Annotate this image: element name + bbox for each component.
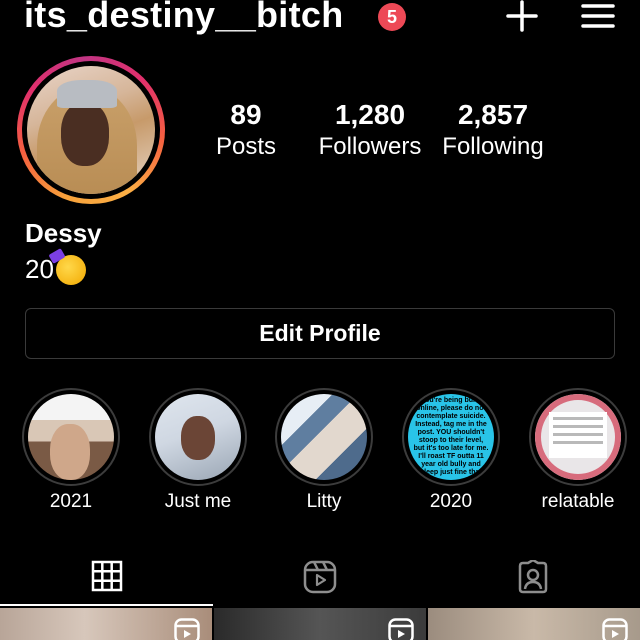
highlight-relatable[interactable]: relatable	[523, 388, 633, 514]
posts-count: 89	[230, 99, 262, 130]
highlight-label: 2020	[429, 491, 473, 512]
tab-posts-grid[interactable]	[0, 548, 213, 606]
highlight-cover: If you're being bullied online, please d…	[408, 394, 494, 480]
username-title[interactable]: its_destiny__bitch	[24, 0, 344, 36]
highlight-ring	[22, 388, 120, 486]
avatar-gap	[22, 61, 160, 199]
following-stat[interactable]: 2,857 Following	[436, 98, 550, 162]
tagged-icon	[518, 560, 547, 594]
highlight-ring	[275, 388, 373, 486]
highlight-label: 2021	[49, 491, 93, 512]
highlight-cover	[155, 394, 241, 480]
reel-badge-icon	[388, 618, 414, 640]
reel-badge-icon	[602, 618, 628, 640]
reel-badge-icon	[174, 618, 200, 640]
highlight-2021[interactable]: 2021	[16, 388, 126, 514]
notification-badge[interactable]: 5	[378, 3, 406, 31]
highlight-ring	[149, 388, 247, 486]
partying-face-emoji-icon	[55, 254, 86, 285]
display-name: Dessy	[25, 218, 102, 248]
profile-header: its_destiny__bitch 5	[0, 0, 640, 40]
posts-stat[interactable]: 89 Posts	[196, 98, 296, 162]
highlight-label: Just me	[164, 491, 232, 512]
tweet-line	[553, 425, 603, 428]
following-count: 2,857	[457, 99, 529, 130]
highlight-cover	[281, 394, 367, 480]
highlight-just-me[interactable]: Just me	[143, 388, 253, 514]
highlight-litty[interactable]: Litty	[269, 388, 379, 514]
tab-reels[interactable]	[213, 548, 426, 606]
menu-icon[interactable]	[580, 0, 616, 32]
highlight-ring	[529, 388, 627, 486]
highlight-ring: If you're being bullied online, please d…	[402, 388, 500, 486]
avatar-face	[61, 102, 109, 166]
highlight-label: Litty	[306, 491, 342, 512]
highlight-cover-text: If you're being bullied online, please d…	[413, 397, 489, 476]
profile-avatar[interactable]	[17, 56, 165, 204]
tab-tagged[interactable]	[426, 548, 639, 606]
following-label: Following	[442, 133, 544, 160]
tweet-line	[553, 433, 603, 436]
posts-label: Posts	[215, 133, 277, 160]
followers-count: 1,280	[334, 99, 406, 130]
tweet-line	[553, 441, 603, 444]
highlight-2020[interactable]: If you're being bullied online, please d…	[396, 388, 506, 514]
avatar-headband	[57, 80, 117, 108]
avatar-photo	[27, 66, 155, 194]
grid-icon	[91, 560, 122, 592]
plus-icon[interactable]	[504, 0, 540, 32]
tweet-line	[553, 417, 603, 420]
highlight-cover	[28, 394, 114, 480]
highlight-cover	[535, 394, 621, 480]
highlight-label: relatable	[541, 491, 615, 512]
post-thumbnail[interactable]	[0, 608, 212, 640]
post-thumbnail[interactable]	[214, 608, 426, 640]
reels-icon	[303, 560, 336, 594]
followers-stat[interactable]: 1,280 Followers	[310, 98, 430, 162]
tweet-card	[549, 412, 607, 458]
followers-label: Followers	[318, 133, 422, 160]
edit-profile-button[interactable]: Edit Profile	[25, 308, 615, 359]
post-thumbnail[interactable]	[428, 608, 640, 640]
bio: 20	[25, 254, 86, 285]
